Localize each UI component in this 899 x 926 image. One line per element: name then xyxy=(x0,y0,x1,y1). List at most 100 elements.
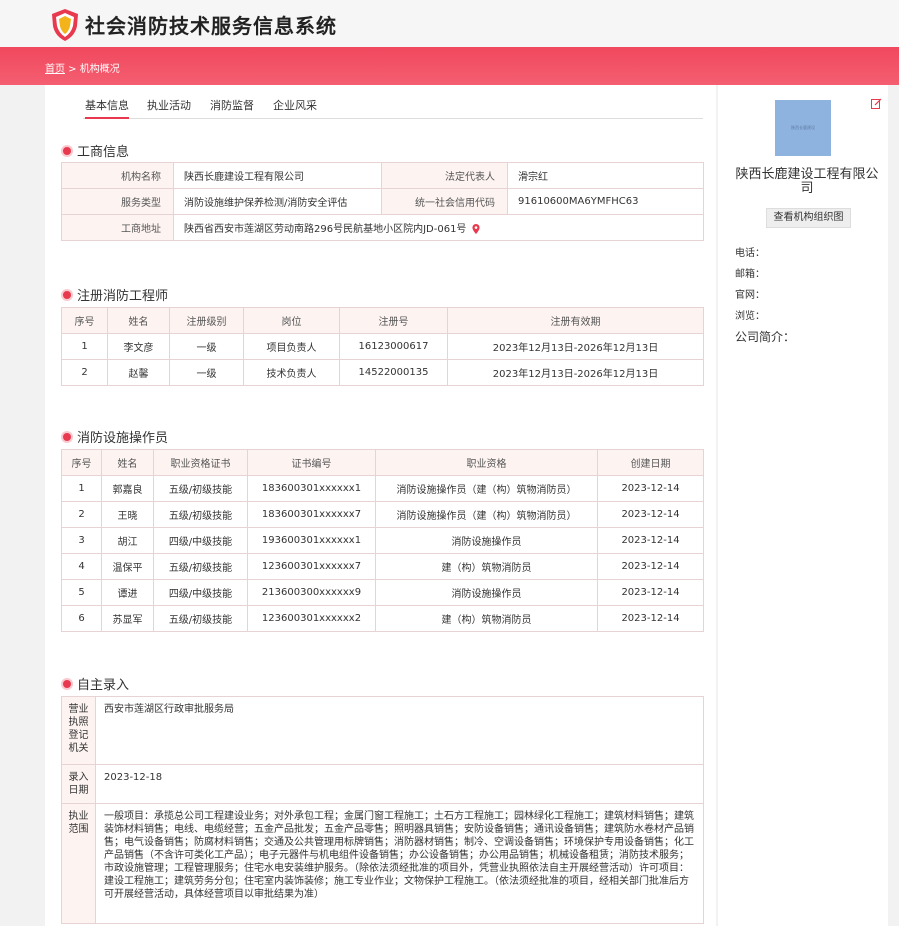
table-cell: 2023-12-14 xyxy=(597,605,704,632)
breadcrumb: 首页 > 机构概况 xyxy=(45,60,120,75)
column-header: 注册级别 xyxy=(169,307,244,334)
table-cell: 123600301xxxxxx7 xyxy=(247,553,376,580)
map-pin-icon[interactable] xyxy=(472,224,481,234)
table-cell: 1 xyxy=(61,475,102,502)
business-scope-value: 一般项目：承揽总公司工程建设业务；对外承包工程；金属门窗工程施工；土石方工程施工… xyxy=(95,803,704,924)
shield-logo-icon xyxy=(52,9,78,41)
bullet-icon xyxy=(63,291,71,299)
phone-label: 电话： xyxy=(735,248,765,259)
org-name-value: 陕西长鹿建设工程有限公司 xyxy=(173,162,382,189)
table-row: 录入日期 2023-12-18 xyxy=(61,764,704,804)
table-cell: 技术负责人 xyxy=(243,359,340,386)
entry-date-value: 2023-12-18 xyxy=(95,764,704,804)
registry-label: 营业执照登记机关 xyxy=(61,696,96,765)
table-cell: 建（构）筑物消防员 xyxy=(375,605,598,632)
business-info-table: 机构名称 陕西长鹿建设工程有限公司 法定代表人 滑宗红 服务类型 消防设施维护保… xyxy=(61,162,704,241)
column-header: 岗位 xyxy=(243,307,340,334)
table-cell: 消防设施操作员（建（构）筑物消防员） xyxy=(375,475,598,502)
table-row: 5 谭进 四级/中级技能 213600300xxxxxx9 消防设施操作员 2023-12… xyxy=(61,579,704,606)
org-sidebar: 陕西长鹿建设 陕西长鹿建设工程有限公司 查看机构组织图 电话： 邮箱： 官网： … xyxy=(718,85,888,926)
column-header: 姓名 xyxy=(101,449,154,476)
table-cell: 谭进 xyxy=(101,579,154,606)
table-row: 机构名称 陕西长鹿建设工程有限公司 法定代表人 滑宗红 xyxy=(61,162,704,189)
email-label: 邮箱： xyxy=(735,269,765,280)
table-row: 4 温保平 五级/初级技能 123600301xxxxxx7 建（构）筑物消防员 2023… xyxy=(61,553,704,580)
table-cell: 温保平 xyxy=(101,553,154,580)
table-cell: 郭嘉良 xyxy=(101,475,154,502)
tab-basic-info[interactable]: 基本信息 xyxy=(85,97,129,119)
legal-rep-value: 滑宗红 xyxy=(507,162,704,189)
table-cell: 五级/初级技能 xyxy=(153,605,248,632)
address-cell: 陕西省西安市莲湖区劳动南路296号民航基地小区院内JD-061号 xyxy=(173,214,704,241)
service-type-label: 服务类型 xyxy=(61,188,174,215)
org-image: 陕西长鹿建设 xyxy=(775,100,831,156)
table-cell: 四级/中级技能 xyxy=(153,579,248,606)
breadcrumb-home-link[interactable]: 首页 xyxy=(45,64,65,75)
table-cell: 消防设施操作员（建（构）筑物消防员） xyxy=(375,501,598,528)
table-cell: 5 xyxy=(61,579,102,606)
table-cell: 赵馨 xyxy=(107,359,170,386)
table-cell: 2 xyxy=(61,359,108,386)
table-row: 3 胡江 四级/中级技能 193600301xxxxxx1 消防设施操作员 2023-12… xyxy=(61,527,704,554)
table-cell: 4 xyxy=(61,553,102,580)
credit-code-label: 统一社会信用代码 xyxy=(381,188,508,215)
section-engineers-title: 注册消防工程师 xyxy=(63,285,168,304)
table-cell: 五级/初级技能 xyxy=(153,475,248,502)
column-header: 创建日期 xyxy=(597,449,704,476)
bullet-icon xyxy=(63,433,71,441)
breadcrumb-separator: > xyxy=(65,64,80,75)
website-label: 官网： xyxy=(735,290,765,301)
column-header: 证书编号 xyxy=(247,449,376,476)
table-cell: 五级/初级技能 xyxy=(153,501,248,528)
section-business-title: 工商信息 xyxy=(63,141,129,160)
main-content: 基本信息 执业活动 消防监督 企业风采 工商信息 机构名称 陕西长鹿建设工程有限… xyxy=(45,85,716,926)
engineers-table: 序号 姓名 注册级别 岗位 注册号 注册有效期 1 李文彦 一级 项目负责人 1… xyxy=(61,307,704,386)
table-cell: 四级/中级技能 xyxy=(153,527,248,554)
table-cell: 183600301xxxxxx1 xyxy=(247,475,376,502)
column-header: 职业资格 xyxy=(375,449,598,476)
column-header: 姓名 xyxy=(107,307,170,334)
table-cell: 消防设施操作员 xyxy=(375,527,598,554)
table-cell: 王晓 xyxy=(101,501,154,528)
table-cell: 李文彦 xyxy=(107,333,170,360)
table-cell: 项目负责人 xyxy=(243,333,340,360)
section-operators-title: 消防设施操作员 xyxy=(63,427,168,446)
self-entry-table: 营业执照登记机关 西安市莲湖区行政审批服务局 录入日期 2023-12-18 执… xyxy=(61,696,704,924)
table-cell: 2023年12月13日-2026年12月13日 xyxy=(447,359,704,386)
table-row: 服务类型 消防设施维护保养检测/消防安全评估 统一社会信用代码 91610600… xyxy=(61,188,704,215)
table-row: 2 赵馨 一级 技术负责人 14522000135 2023年12月13日-20… xyxy=(61,359,704,386)
header-band xyxy=(0,47,899,85)
section-self-entry-title: 自主录入 xyxy=(63,674,129,693)
table-row: 营业执照登记机关 西安市莲湖区行政审批服务局 xyxy=(61,696,704,765)
table-cell: 14522000135 xyxy=(339,359,448,386)
table-row: 工商地址 陕西省西安市莲湖区劳动南路296号民航基地小区院内JD-061号 xyxy=(61,214,704,241)
column-header: 职业资格证书 xyxy=(153,449,248,476)
tab-practice-activity[interactable]: 执业活动 xyxy=(147,97,191,113)
table-cell: 2023-12-14 xyxy=(597,475,704,502)
tab-fire-supervision[interactable]: 消防监督 xyxy=(210,97,254,113)
views-label: 浏览： xyxy=(735,311,765,322)
table-cell: 五级/初级技能 xyxy=(153,553,248,580)
top-header: 社会消防技术服务信息系统 xyxy=(0,0,899,47)
bullet-icon xyxy=(63,680,71,688)
table-cell: 2023年12月13日-2026年12月13日 xyxy=(447,333,704,360)
table-cell: 建（构）筑物消防员 xyxy=(375,553,598,580)
entry-date-label: 录入日期 xyxy=(61,764,96,804)
tab-company-style[interactable]: 企业风采 xyxy=(273,97,317,113)
address-value: 陕西省西安市莲湖区劳动南路296号民航基地小区院内JD-061号 xyxy=(184,224,467,235)
registry-value: 西安市莲湖区行政审批服务局 xyxy=(95,696,704,765)
org-chart-button[interactable]: 查看机构组织图 xyxy=(766,208,851,228)
table-cell: 3 xyxy=(61,527,102,554)
table-cell: 123600301xxxxxx2 xyxy=(247,605,376,632)
table-cell: 2023-12-14 xyxy=(597,553,704,580)
address-label: 工商地址 xyxy=(61,214,174,241)
table-cell: 1 xyxy=(61,333,108,360)
system-title: 社会消防技术服务信息系统 xyxy=(85,14,337,38)
edit-icon[interactable] xyxy=(871,98,882,109)
column-header: 序号 xyxy=(61,449,102,476)
table-cell: 2023-12-14 xyxy=(597,501,704,528)
service-type-value: 消防设施维护保养检测/消防安全评估 xyxy=(173,188,382,215)
table-row: 1 郭嘉良 五级/初级技能 183600301xxxxxx1 消防设施操作员（建（构）筑… xyxy=(61,475,704,502)
table-row: 2 王晓 五级/初级技能 183600301xxxxxx7 消防设施操作员（建（构）筑物… xyxy=(61,501,704,528)
table-cell: 183600301xxxxxx7 xyxy=(247,501,376,528)
